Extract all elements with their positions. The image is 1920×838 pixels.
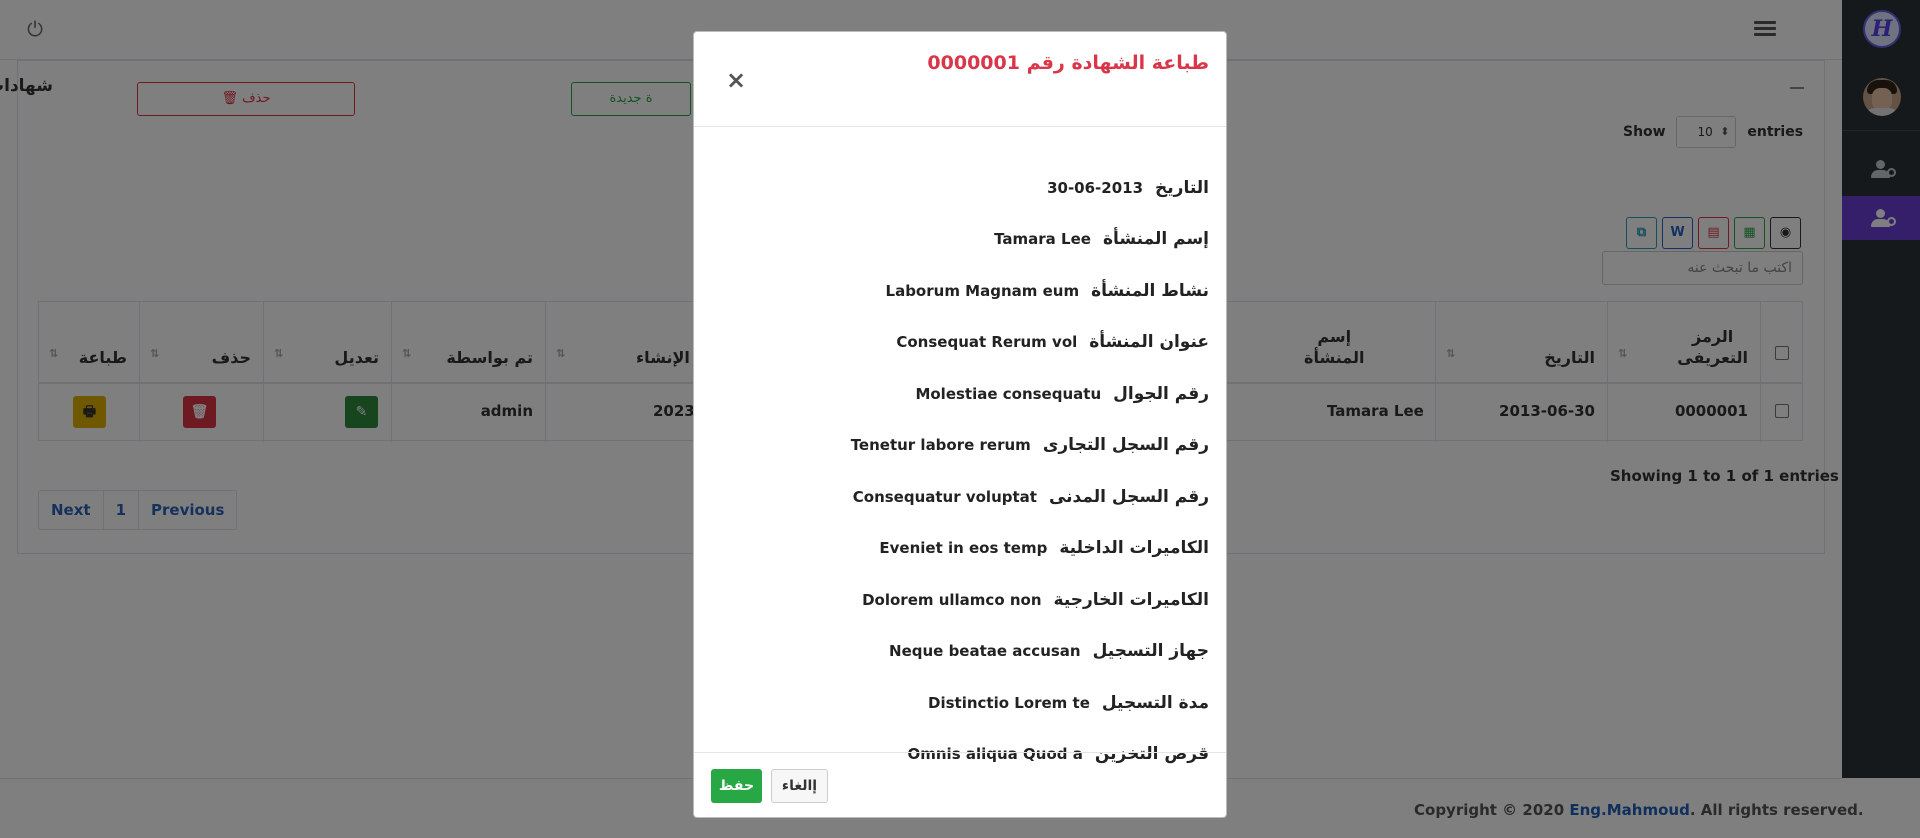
cancel-button[interactable]: إالغاء [771,769,828,803]
modal-header: طباعة الشهادة رقم 0000001 × [694,32,1226,127]
save-button[interactable]: حفظ [711,769,762,803]
field-indoor-cameras: الكاميرات الداخليةEveniet in eos temp [879,538,1209,558]
field-date: التاريخ2013-06-30 [1047,178,1209,198]
field-company-address: عنوان المنشأةConsequat Rerum vol [896,332,1209,352]
close-icon[interactable]: × [726,68,746,92]
print-certificate-modal: طباعة الشهادة رقم 0000001 × التاريخ2013-… [693,31,1227,818]
field-mobile: رقم الجوالMolestiae consequatu [915,384,1209,404]
field-recording-duration: مدة التسجيلDistinctio Lorem te [928,693,1209,713]
field-civil-register: رقم السجل المدنىConsequatur voluptat [852,487,1209,507]
modal-body: التاريخ2013-06-30 إسم المنشأةTamara Lee … [694,127,1226,784]
field-outdoor-cameras: الكاميرات الخارجيةDolorem ullamco non [862,590,1209,610]
modal-footer: حفظ إالغاء [694,752,1226,819]
modal-title: طباعة الشهادة رقم 0000001 [927,52,1209,74]
field-commercial-register: رقم السجل التجارىTenetur labore rerum [850,435,1209,455]
field-recording-device: جهاز التسجيلNeque beatae accusan [889,641,1209,661]
field-company-activity: نشاط المنشأةLaborum Magnam eum [885,281,1209,301]
field-company-name: إسم المنشأةTamara Lee [994,229,1209,249]
